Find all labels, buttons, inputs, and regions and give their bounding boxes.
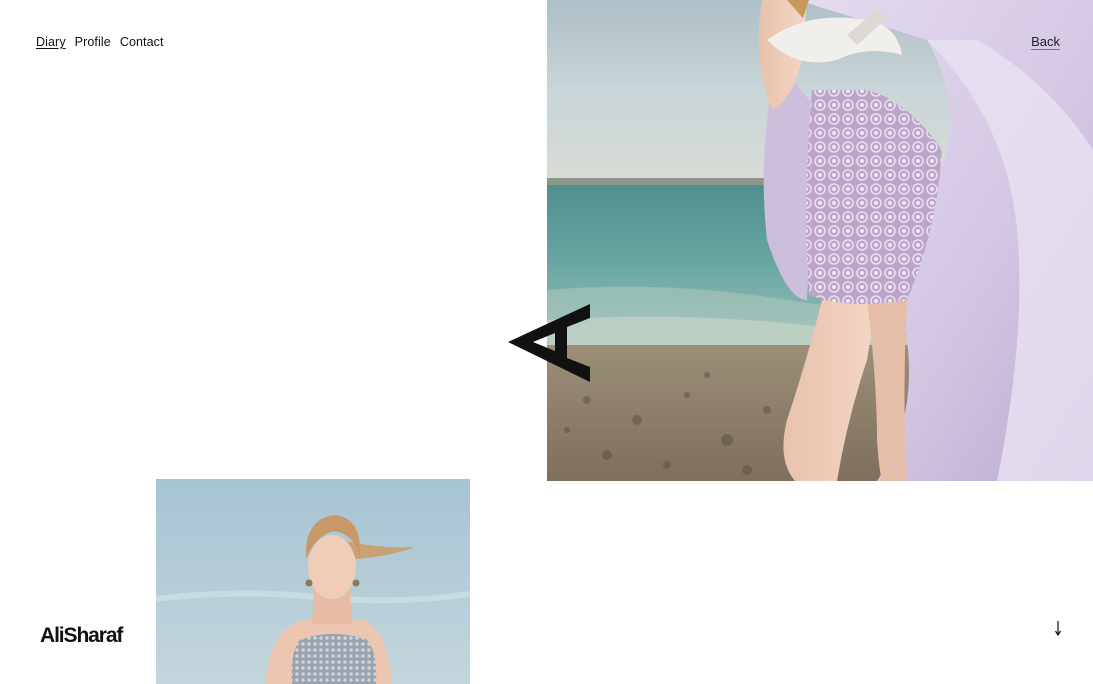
nav-item-profile[interactable]: Profile bbox=[75, 35, 111, 49]
arrow-down-icon[interactable] bbox=[1052, 619, 1064, 637]
nav-item-contact[interactable]: Contact bbox=[120, 35, 164, 49]
main-nav: Diary Profile Contact bbox=[36, 35, 164, 49]
beach-photo[interactable] bbox=[547, 0, 1093, 481]
page: Diary Profile Contact Back AliSharaf bbox=[0, 0, 1093, 684]
nav-item-diary[interactable]: Diary bbox=[36, 35, 66, 49]
brand-logo[interactable]: AliSharaf bbox=[40, 624, 123, 648]
rotated-letter-a-logo-icon bbox=[508, 304, 590, 382]
portrait-photo[interactable] bbox=[156, 479, 470, 684]
back-link[interactable]: Back bbox=[1031, 35, 1060, 49]
